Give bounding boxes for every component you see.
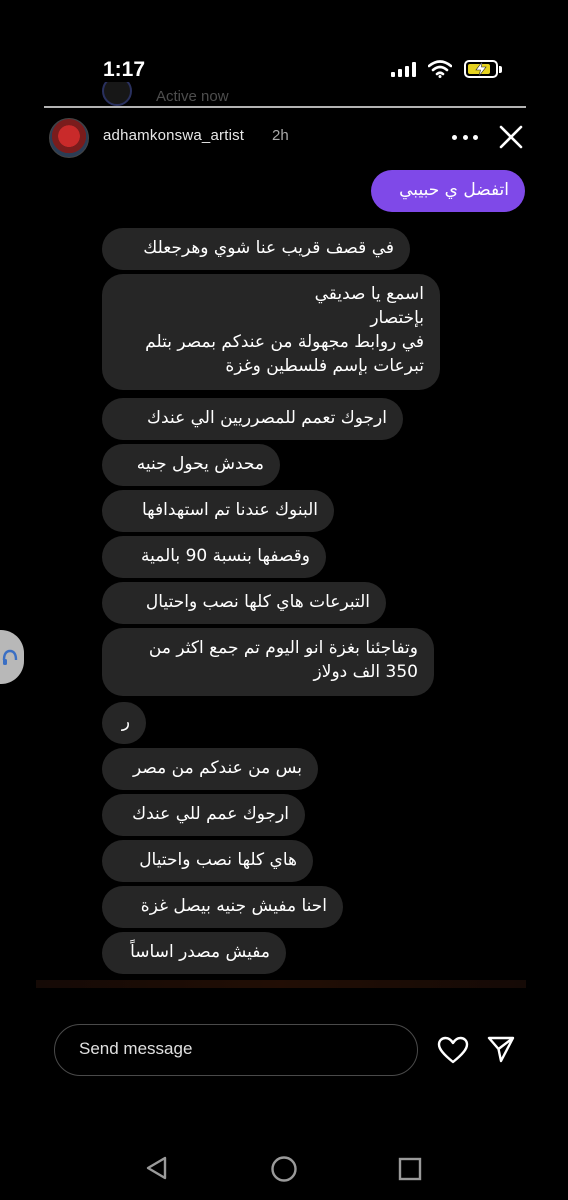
message-incoming[interactable]: البنوك عندنا تم استهدافها bbox=[102, 490, 334, 532]
back-icon[interactable] bbox=[144, 1155, 170, 1181]
message-incoming[interactable]: هاي كلها نصب واحتيال bbox=[102, 840, 313, 882]
message-incoming[interactable]: اسمع يا صديقي بإختصار في روابط مجهولة من… bbox=[102, 274, 440, 390]
time-ago: 2h bbox=[272, 127, 289, 144]
status-icons bbox=[391, 60, 502, 78]
message-incoming[interactable]: محدش يحول جنيه bbox=[102, 444, 280, 486]
message-incoming[interactable]: بس من عندكم من مصر bbox=[102, 748, 318, 790]
message-incoming[interactable]: وتفاجئنا بغزة انو اليوم تم جمع اكثر من 3… bbox=[102, 628, 434, 696]
message-incoming[interactable]: ارجوك تعمم للمصرريين الي عندك bbox=[102, 398, 403, 440]
message-outgoing[interactable]: اتفضل ي حبيبي bbox=[371, 170, 525, 212]
message-incoming[interactable]: ارجوك عمم للي عندك bbox=[102, 794, 305, 836]
android-navbar bbox=[0, 1130, 568, 1200]
message-input[interactable] bbox=[79, 1039, 379, 1059]
recent-apps-icon[interactable] bbox=[398, 1157, 422, 1181]
close-icon[interactable] bbox=[496, 122, 526, 152]
overlapped-header: Active now bbox=[40, 82, 530, 108]
home-icon[interactable] bbox=[270, 1155, 298, 1183]
status-time: 1:17 bbox=[103, 58, 146, 81]
message-incoming[interactable]: في قصف قريب عنا شوي وهرجعلك bbox=[102, 228, 410, 270]
send-icon[interactable] bbox=[486, 1034, 516, 1064]
username[interactable]: adhamkonswa_artist bbox=[103, 127, 244, 144]
active-status: Active now bbox=[156, 88, 229, 105]
message-incoming[interactable]: ر bbox=[102, 702, 146, 744]
message-list[interactable]: اتفضل ي حبيبي في قصف قريب عنا شوي وهرجعل… bbox=[0, 168, 568, 983]
more-icon[interactable] bbox=[452, 124, 478, 150]
wifi-icon bbox=[428, 60, 452, 78]
message-incoming[interactable]: التبرعات هاي كلها نصب واحتيال bbox=[102, 582, 386, 624]
divider bbox=[44, 106, 526, 108]
signal-icon bbox=[391, 61, 416, 77]
message-composer[interactable] bbox=[54, 1024, 418, 1076]
message-incoming[interactable]: مفيش مصدر اساساً bbox=[102, 932, 286, 974]
heart-icon[interactable] bbox=[437, 1036, 469, 1064]
battery-charging-icon bbox=[464, 60, 502, 78]
scroll-fade bbox=[36, 980, 526, 988]
overlapped-avatar bbox=[102, 82, 132, 106]
chat-header: adhamkonswa_artist 2h bbox=[0, 110, 568, 166]
headphones-icon bbox=[2, 649, 18, 665]
avatar[interactable] bbox=[49, 118, 89, 158]
message-incoming[interactable]: وقصفها بنسبة 90 بالمية bbox=[102, 536, 326, 578]
message-incoming[interactable]: احنا مفيش جنيه بيصل غزة bbox=[102, 886, 343, 928]
